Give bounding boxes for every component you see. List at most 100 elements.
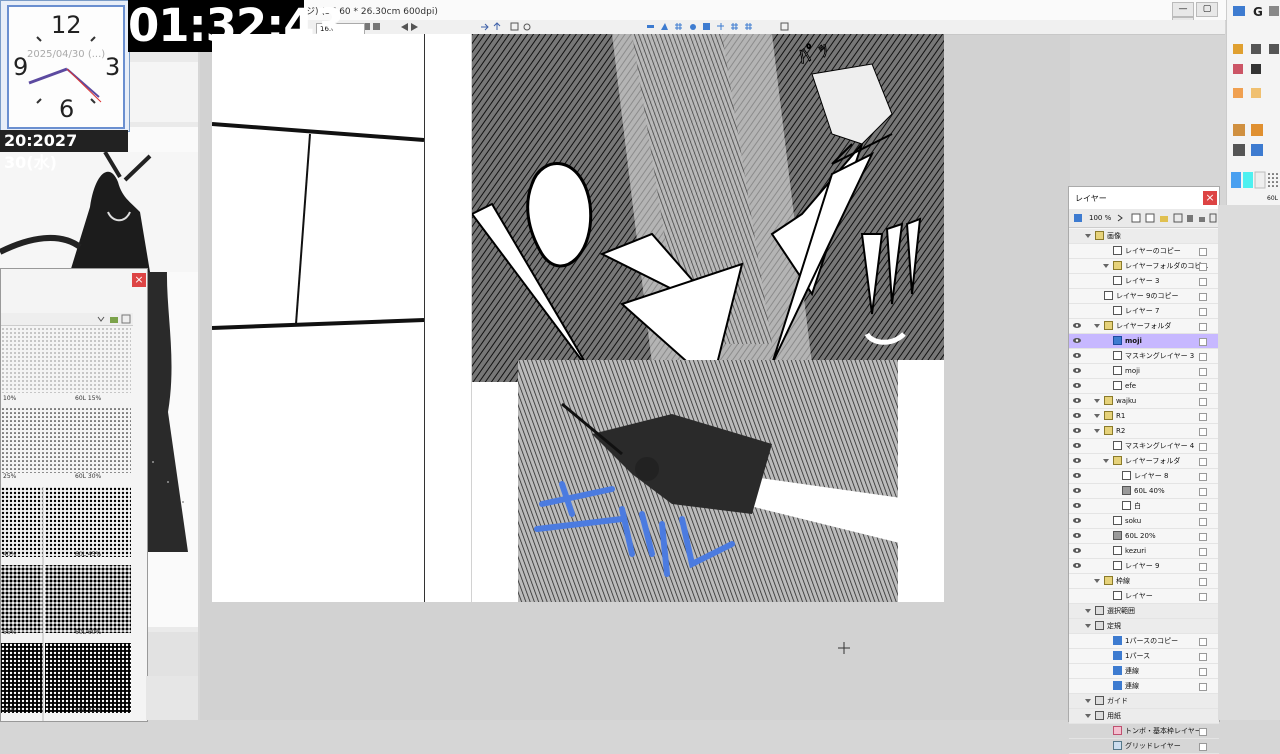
chevron-down-icon[interactable]: [1103, 263, 1109, 269]
layer-row[interactable]: soku: [1069, 514, 1219, 529]
grid-icon[interactable]: [674, 22, 683, 31]
trash-icon[interactable]: [1185, 213, 1195, 223]
layer-row[interactable]: レイヤー 3: [1069, 274, 1219, 289]
chevron-down-icon[interactable]: [1094, 413, 1100, 419]
layer-row[interactable]: kezuri: [1069, 544, 1219, 559]
eye-hidden-icon[interactable]: [1073, 667, 1081, 674]
layer-lock-checkbox[interactable]: [1199, 398, 1207, 406]
chevron-down-icon[interactable]: [1103, 458, 1109, 464]
layer-lock-checkbox[interactable]: [1199, 308, 1207, 316]
layer-row[interactable]: 定規: [1069, 619, 1219, 634]
layer-lock-checkbox[interactable]: [1199, 278, 1207, 286]
pen-icon[interactable]: [372, 22, 381, 31]
manuscript-page-art[interactable]: ﾊﾟｯ: [472, 34, 944, 602]
layer-lock-checkbox[interactable]: [1199, 323, 1207, 331]
symmetry-icon[interactable]: [716, 22, 725, 31]
close-icon[interactable]: ×: [1203, 191, 1217, 205]
layer-row[interactable]: レイヤー: [1069, 589, 1219, 604]
layer-row[interactable]: 画像: [1069, 229, 1219, 244]
eye-hidden-icon[interactable]: [1073, 652, 1081, 659]
hash2-icon[interactable]: [744, 22, 753, 31]
guide-icon[interactable]: [688, 22, 697, 31]
eye-hidden-icon[interactable]: [1073, 292, 1081, 299]
eye-icon[interactable]: [1073, 457, 1081, 464]
minimize-button[interactable]: —: [1172, 2, 1194, 17]
eye-hidden-icon[interactable]: [1073, 262, 1081, 269]
tone-swatches[interactable]: [1, 327, 133, 721]
layer-lock-checkbox[interactable]: [1199, 248, 1207, 256]
layer-lock-checkbox[interactable]: [1199, 368, 1207, 376]
chevron-down-icon[interactable]: [1085, 623, 1091, 629]
hash-icon[interactable]: [730, 22, 739, 31]
eye-icon[interactable]: [1073, 397, 1081, 404]
layer-row[interactable]: 白: [1069, 499, 1219, 514]
eye-icon[interactable]: [1073, 547, 1081, 554]
tool-icons[interactable]: G: [1231, 4, 1280, 204]
layer-row[interactable]: レイヤー 8: [1069, 469, 1219, 484]
layer-row[interactable]: 60L 20%: [1069, 529, 1219, 544]
chevron-down-icon[interactable]: [1085, 608, 1091, 614]
layer-lock-checkbox[interactable]: [1199, 578, 1207, 586]
layer-row[interactable]: レイヤーフォルダ: [1069, 319, 1219, 334]
layer-row[interactable]: レイヤーフォルダ: [1069, 454, 1219, 469]
chevron-right-icon[interactable]: [1117, 214, 1123, 222]
layer-lock-checkbox[interactable]: [1199, 593, 1207, 601]
layer-row[interactable]: マスキングレイヤー 4: [1069, 439, 1219, 454]
undo-icon[interactable]: [400, 22, 409, 31]
eye-icon[interactable]: [1073, 367, 1081, 374]
eye-icon[interactable]: [1073, 412, 1081, 419]
select-icon[interactable]: [510, 22, 519, 31]
settings-icon[interactable]: [121, 314, 131, 324]
layer-lock-checkbox[interactable]: [1199, 683, 1207, 691]
eye-hidden-icon[interactable]: [1073, 607, 1081, 614]
layer-lock-checkbox[interactable]: [1199, 548, 1207, 556]
layer-lock-checkbox[interactable]: [1199, 293, 1207, 301]
eye-icon[interactable]: [1073, 532, 1081, 539]
eye-hidden-icon[interactable]: [1073, 697, 1081, 704]
layer-row[interactable]: 選択範囲: [1069, 604, 1219, 619]
layer-lock-checkbox[interactable]: [1199, 728, 1207, 736]
folder-icon[interactable]: [109, 314, 119, 324]
eye-icon[interactable]: [1073, 472, 1081, 479]
close-icon[interactable]: ×: [132, 273, 146, 287]
new-folder-icon[interactable]: [1159, 213, 1169, 223]
eye-icon[interactable]: [1073, 322, 1081, 329]
layer-lock-checkbox[interactable]: [1199, 338, 1207, 346]
chevron-down-icon[interactable]: [1094, 578, 1100, 584]
layer-lock-checkbox[interactable]: [1199, 413, 1207, 421]
layer-lock-checkbox[interactable]: [1199, 518, 1207, 526]
chevron-down-icon[interactable]: [1085, 698, 1091, 704]
layer-row[interactable]: 1パースのコピー: [1069, 634, 1219, 649]
layer-row[interactable]: 連線: [1069, 664, 1219, 679]
layer-row[interactable]: レイヤーフォルダのコピ…: [1069, 259, 1219, 274]
layer-row[interactable]: wajku: [1069, 394, 1219, 409]
layer-row[interactable]: ガイド: [1069, 694, 1219, 709]
layer-row[interactable]: moji: [1069, 364, 1219, 379]
eye-hidden-icon[interactable]: [1073, 622, 1081, 629]
layer-lock-checkbox[interactable]: [1199, 428, 1207, 436]
layer-lock-checkbox[interactable]: [1199, 383, 1207, 391]
eye-icon[interactable]: [1073, 517, 1081, 524]
layer-row[interactable]: 用紙: [1069, 709, 1219, 724]
redo-icon[interactable]: [410, 22, 419, 31]
maximize-button[interactable]: ▢: [1196, 2, 1218, 17]
eye-icon[interactable]: [1073, 487, 1081, 494]
eye-hidden-icon[interactable]: [1073, 727, 1081, 734]
arrow-up-icon[interactable]: [492, 22, 501, 31]
chevron-down-icon[interactable]: [1085, 713, 1091, 719]
chevron-down-icon[interactable]: [1094, 398, 1100, 404]
layer-row[interactable]: R2: [1069, 424, 1219, 439]
layer-lock-checkbox[interactable]: [1199, 443, 1207, 451]
chevron-down-icon[interactable]: [1094, 428, 1100, 434]
layer-row[interactable]: レイヤー 9: [1069, 559, 1219, 574]
eye-hidden-icon[interactable]: [1073, 637, 1081, 644]
eye-hidden-icon[interactable]: [1073, 592, 1081, 599]
eye-icon[interactable]: [1073, 427, 1081, 434]
snap-icon[interactable]: [702, 22, 711, 31]
layer-lock-checkbox[interactable]: [1199, 653, 1207, 661]
eye-icon[interactable]: [1073, 382, 1081, 389]
layer-lock-checkbox[interactable]: [1199, 263, 1207, 271]
layer-lock-checkbox[interactable]: [1199, 668, 1207, 676]
layer-row[interactable]: R1: [1069, 409, 1219, 424]
lock-icon[interactable]: [1197, 213, 1207, 223]
